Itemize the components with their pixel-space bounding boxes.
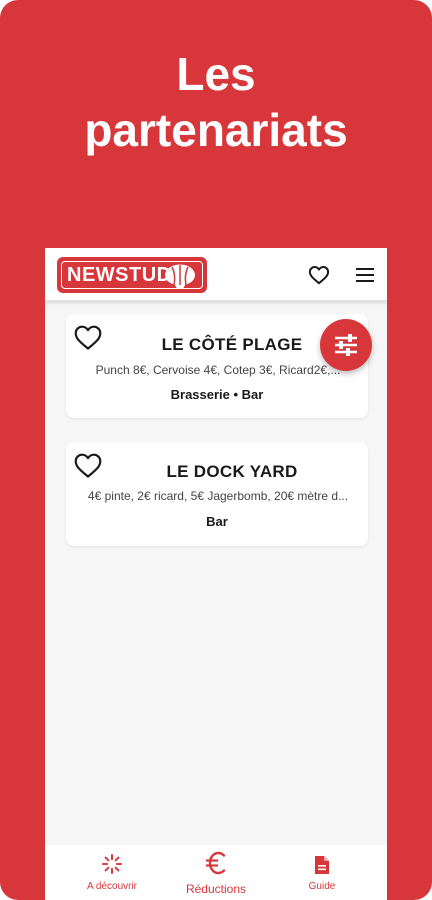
euro-icon <box>206 851 226 875</box>
document-icon <box>315 856 329 874</box>
promo-frame: Les partenariats NEWSTUD LE CÔTÉ PLAGE P… <box>0 0 432 900</box>
heart-outline-icon <box>308 266 330 285</box>
newstud-logo[interactable]: NEWSTUD <box>57 257 207 293</box>
tune-sliders-icon <box>335 334 357 356</box>
filter-button[interactable] <box>320 319 372 371</box>
sparkle-icon <box>102 854 122 874</box>
nav-label: Réductions <box>185 882 247 896</box>
promo-headline: Les partenariats <box>0 46 432 158</box>
app-bar: NEWSTUD <box>45 248 387 301</box>
partner-category: Bar <box>206 514 228 529</box>
nav-item-a-decouvrir[interactable]: A découvrir <box>55 845 169 900</box>
nav-label: Guide <box>308 881 336 892</box>
phone-screen: NEWSTUD LE CÔTÉ PLAGE Punch 8€, Cervoise… <box>45 248 387 900</box>
logo-text: NEWSTUD <box>67 264 172 286</box>
heart-outline-icon <box>74 325 102 350</box>
partner-offers: 4€ pinte, 2€ ricard, 5€ Jagerbomb, 20€ m… <box>87 489 349 503</box>
favorite-toggle[interactable] <box>73 324 103 356</box>
nav-item-reductions[interactable]: Réductions <box>159 845 273 900</box>
balloon-logo-icon <box>165 264 195 289</box>
favorite-toggle[interactable] <box>73 452 103 484</box>
menu-button[interactable] <box>352 264 378 286</box>
partner-offers: Punch 8€, Cervoise 4€, Cotep 3€, Ricard2… <box>95 363 341 377</box>
nav-label: A découvrir <box>86 881 138 892</box>
partner-name: LE DOCK YARD <box>166 462 298 481</box>
headline-line-2: partenariats <box>84 104 348 156</box>
nav-item-guide[interactable]: Guide <box>265 845 379 900</box>
partner-card[interactable]: LE DOCK YARD 4€ pinte, 2€ ricard, 5€ Jag… <box>66 442 368 546</box>
bottom-navigation: A découvrir Réductions Guide <box>45 845 387 900</box>
partner-card[interactable]: LE CÔTÉ PLAGE Punch 8€, Cervoise 4€, Cot… <box>66 314 368 418</box>
headline-line-1: Les <box>176 48 256 100</box>
favorites-button[interactable] <box>306 263 332 287</box>
heart-outline-icon <box>74 453 102 478</box>
hamburger-menu-icon <box>356 268 374 282</box>
partner-category: Brasserie • Bar <box>170 387 264 402</box>
